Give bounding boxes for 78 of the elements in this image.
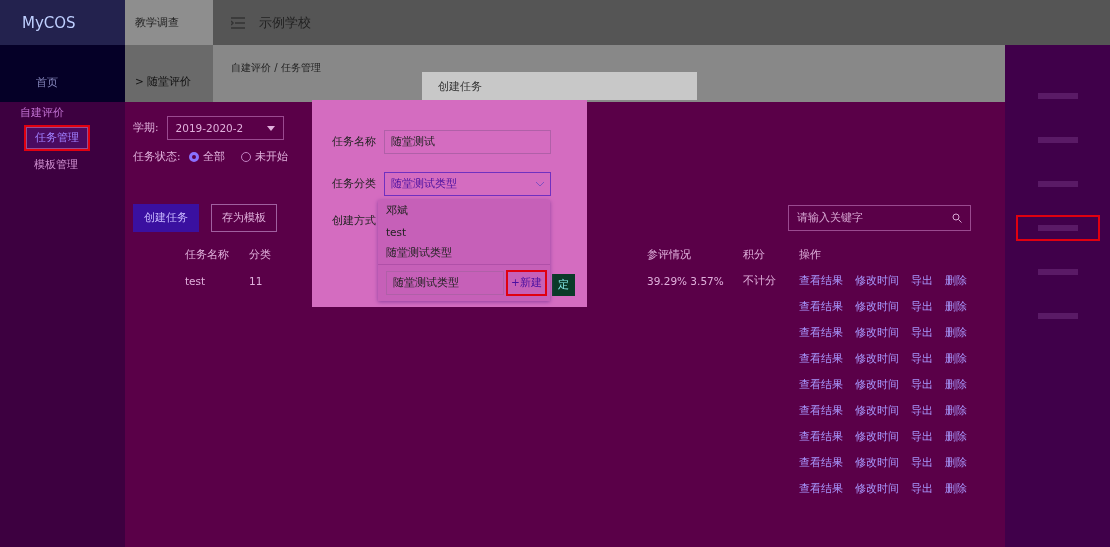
toolbar-button[interactable]: 存为模板 bbox=[211, 204, 277, 232]
field-label: 任务名称 bbox=[332, 135, 376, 149]
input-field[interactable]: 随堂测试 bbox=[384, 130, 551, 154]
confirm-button[interactable]: 定 bbox=[552, 274, 575, 296]
action-link[interactable]: 删除 bbox=[945, 274, 967, 286]
table-cell: 39.29% 3.57% bbox=[647, 275, 724, 287]
dropdown-option[interactable]: 邓斌 bbox=[378, 200, 550, 222]
action-link[interactable]: 删除 bbox=[945, 404, 967, 416]
table-cell: 不计分 bbox=[743, 274, 776, 286]
action-link[interactable]: 导出 bbox=[911, 430, 933, 442]
table-cell: test bbox=[185, 275, 206, 287]
action-link[interactable]: 修改时间 bbox=[855, 326, 899, 338]
action-link[interactable]: 删除 bbox=[945, 352, 967, 364]
action-link[interactable]: 查看结果 bbox=[799, 404, 843, 416]
module-title: 教学调查 bbox=[125, 0, 213, 45]
toolbar-button[interactable]: 创建任务 bbox=[133, 204, 199, 232]
action-link[interactable]: 修改时间 bbox=[855, 482, 899, 494]
caret-icon bbox=[267, 125, 276, 131]
action-link[interactable]: 删除 bbox=[945, 300, 967, 312]
dropdown-option[interactable]: test bbox=[378, 222, 550, 242]
action-link[interactable]: 导出 bbox=[911, 274, 933, 286]
status-radio[interactable]: 全部 bbox=[188, 150, 225, 164]
action-link[interactable]: 导出 bbox=[911, 352, 933, 364]
action-link[interactable]: 删除 bbox=[945, 326, 967, 338]
status-radio[interactable]: 未开始 bbox=[240, 150, 288, 164]
action-link[interactable]: 导出 bbox=[911, 482, 933, 494]
action-link[interactable]: 修改时间 bbox=[855, 404, 899, 416]
status-label: 任务状态: bbox=[133, 150, 181, 164]
menu-icon[interactable] bbox=[231, 16, 245, 29]
action-link[interactable]: 查看结果 bbox=[799, 482, 843, 494]
action-link[interactable]: 查看结果 bbox=[799, 430, 843, 442]
sidebar-subitem[interactable]: 任务管理 bbox=[26, 127, 88, 149]
breadcrumb: 自建评价 / 任务管理 bbox=[231, 62, 321, 73]
action-link[interactable]: 修改时间 bbox=[855, 378, 899, 390]
action-link[interactable]: 查看结果 bbox=[799, 378, 843, 390]
field-label: 任务分类 bbox=[332, 177, 376, 191]
sidebar-subitem[interactable]: 模板管理 bbox=[26, 155, 86, 175]
category-select[interactable]: 随堂测试类型 bbox=[384, 172, 551, 196]
action-link[interactable]: 导出 bbox=[911, 300, 933, 312]
column-header: 积分 bbox=[742, 247, 766, 262]
action-link[interactable]: 删除 bbox=[945, 378, 967, 390]
action-link[interactable]: 删除 bbox=[945, 430, 967, 442]
action-link[interactable]: 修改时间 bbox=[855, 456, 899, 468]
column-header: 参评情况 bbox=[646, 247, 692, 262]
action-link[interactable]: 修改时间 bbox=[855, 274, 899, 286]
input-field[interactable]: 随堂测试类型 bbox=[386, 271, 504, 295]
action-link[interactable]: 删除 bbox=[945, 482, 967, 494]
action-link[interactable]: 导出 bbox=[911, 404, 933, 416]
field-label: 创建方式 bbox=[332, 214, 376, 228]
column-header: 分类 bbox=[248, 247, 272, 262]
action-link[interactable]: 修改时间 bbox=[855, 352, 899, 364]
action-link[interactable]: 修改时间 bbox=[855, 430, 899, 442]
sidebar-item[interactable]: 首页 bbox=[36, 76, 58, 90]
dialog-title: 创建任务 bbox=[438, 80, 482, 92]
action-link[interactable]: 查看结果 bbox=[799, 456, 843, 468]
action-link[interactable]: 查看结果 bbox=[799, 300, 843, 312]
search-field[interactable]: 请输入关键字 bbox=[788, 205, 971, 231]
action-link[interactable]: 导出 bbox=[911, 378, 933, 390]
column-header: 操作 bbox=[798, 247, 822, 262]
new-button[interactable]: +新建 bbox=[508, 272, 545, 294]
term-label: 学期: bbox=[133, 121, 159, 135]
dropdown-option[interactable]: 随堂测试类型 bbox=[378, 242, 550, 264]
action-link[interactable]: 查看结果 bbox=[799, 352, 843, 364]
term-select[interactable]: 2019-2020-2 bbox=[166, 116, 285, 140]
chevron-icon bbox=[536, 181, 544, 187]
logo: MyCOS bbox=[0, 0, 125, 45]
action-link[interactable]: 修改时间 bbox=[855, 300, 899, 312]
action-link[interactable]: 查看结果 bbox=[799, 326, 843, 338]
sidebar-group[interactable]: 自建评价 bbox=[20, 106, 64, 118]
action-link[interactable]: 导出 bbox=[911, 326, 933, 338]
action-link[interactable]: 导出 bbox=[911, 456, 933, 468]
search-icon[interactable] bbox=[952, 213, 962, 223]
subnav-item[interactable]: > 随堂评价 bbox=[135, 75, 192, 87]
action-link[interactable]: 查看结果 bbox=[799, 274, 843, 286]
table-cell: 11 bbox=[249, 275, 263, 287]
column-header: 任务名称 bbox=[184, 247, 230, 262]
action-link[interactable]: 删除 bbox=[945, 456, 967, 468]
panel-item[interactable] bbox=[1017, 217, 1098, 239]
